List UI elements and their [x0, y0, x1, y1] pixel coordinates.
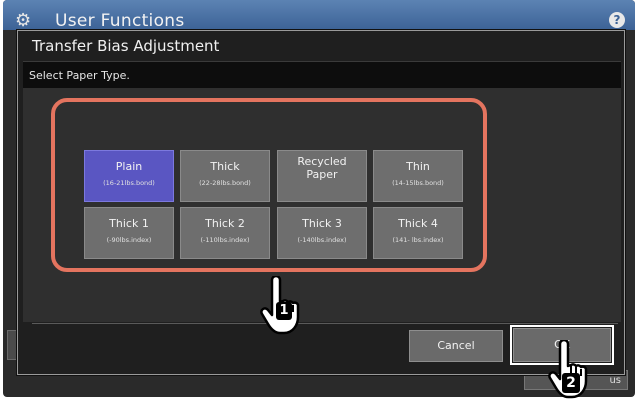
paper-thick4-button[interactable]: Thick 4 (141- lbs.index) — [373, 207, 463, 259]
step-number-badge: 1 — [276, 302, 292, 320]
button-sublabel: (141- lbs.index) — [392, 236, 444, 244]
page-title: User Functions — [55, 11, 185, 31]
paper-thick2-button[interactable]: Thick 2 (-110lbs.index) — [180, 207, 270, 259]
help-icon[interactable]: ? — [609, 12, 625, 28]
paper-thick1-button[interactable]: Thick 1 (-90lbs.index) — [84, 207, 174, 259]
button-sublabel: (-90lbs.index) — [106, 236, 152, 244]
divider — [32, 323, 618, 324]
step-number-badge: 2 — [562, 373, 580, 393]
gear-icon: ⚙ — [15, 10, 32, 31]
paper-recycled-button[interactable]: Recycled Paper — [277, 150, 367, 202]
button-label: Thick 4 — [398, 217, 438, 230]
button-label: Thick 3 — [302, 217, 342, 230]
header-bar: ⚙ User Functions ? — [3, 0, 635, 31]
button-label: Plain — [115, 160, 143, 173]
paper-thin-button[interactable]: Thin (14-15lbs.bond) — [373, 150, 463, 202]
button-sublabel: (14-15lbs.bond) — [392, 179, 444, 187]
button-label: Thick 2 — [205, 217, 245, 230]
button-label: Recycled Paper — [297, 155, 347, 181]
message-text: Select Paper Type. — [29, 69, 130, 82]
button-sublabel: (-140lbs.index) — [297, 236, 347, 244]
paper-thick3-button[interactable]: Thick 3 (-140lbs.index) — [277, 207, 367, 259]
button-sublabel: (-110lbs.index) — [200, 236, 250, 244]
button-sublabel: (16-21lbs.bond) — [103, 179, 155, 187]
message-bar: Select Paper Type. — [23, 61, 621, 89]
button-label: Thick — [210, 160, 240, 173]
dialog-title: Transfer Bias Adjustment — [32, 37, 220, 55]
paper-thick-button[interactable]: Thick (22-28lbs.bond) — [180, 150, 270, 202]
cancel-button[interactable]: Cancel — [409, 330, 503, 362]
button-label: Thin — [406, 160, 430, 173]
button-label: Thick 1 — [109, 217, 149, 230]
paper-plain-button[interactable]: Plain (16-21lbs.bond) — [84, 150, 174, 202]
button-sublabel: (22-28lbs.bond) — [199, 179, 251, 187]
pointing-hand-icon — [548, 340, 588, 399]
